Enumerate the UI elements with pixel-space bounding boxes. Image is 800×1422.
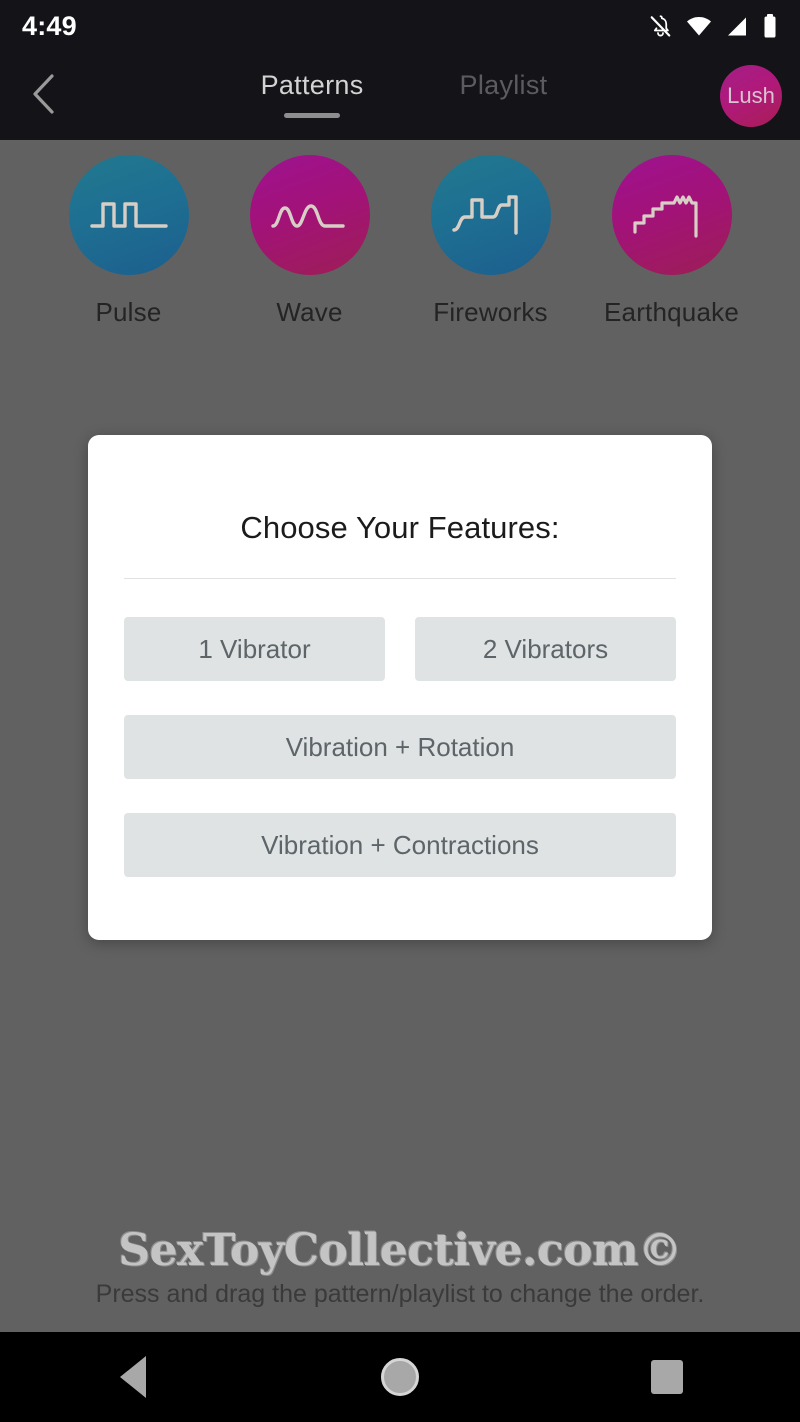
nav-recents-icon [650, 1360, 683, 1394]
dialog-divider [124, 578, 676, 579]
pattern-item-earthquake[interactable]: Earthquake [602, 155, 742, 328]
pattern-item-fireworks[interactable]: Fireworks [421, 155, 561, 328]
dialog-option-row: 1 Vibrator 2 Vibrators [124, 617, 676, 681]
chevron-left-icon [27, 71, 61, 122]
pattern-label: Earthquake [604, 297, 739, 327]
option-2-vibrators-button[interactable]: 2 Vibrators [415, 617, 676, 681]
pattern-icon-circle [249, 155, 370, 275]
dialog-title: Choose Your Features: [240, 510, 560, 545]
nav-recents-button[interactable] [607, 1332, 727, 1422]
bell-muted-icon [648, 14, 673, 39]
status-icon-group [648, 13, 778, 39]
pattern-item-pulse[interactable]: Pulse [59, 155, 199, 328]
phone-screen: 4:49 Patterns Playlist Lush Pulse Wave F… [0, 0, 800, 1422]
nav-back-button[interactable] [73, 1332, 193, 1422]
pattern-icon-circle [68, 155, 189, 275]
pattern-list: Pulse Wave Fireworks Earthquake [0, 155, 800, 328]
square-wave-icon [89, 193, 169, 237]
device-avatar-label: Lush [727, 83, 775, 108]
nav-back-icon [120, 1356, 147, 1398]
battery-icon [762, 13, 778, 39]
pattern-item-wave[interactable]: Wave [240, 155, 380, 328]
pattern-label: Fireworks [433, 297, 548, 327]
tab-bar: Patterns Playlist [88, 52, 720, 140]
tab-playlist-label: Playlist [459, 70, 548, 100]
pattern-label: Pulse [95, 297, 162, 327]
tab-active-indicator [284, 113, 341, 118]
wifi-icon [686, 14, 712, 39]
app-bar: Patterns Playlist Lush [0, 52, 800, 140]
nav-home-button[interactable] [340, 1332, 460, 1422]
step-wave-icon [451, 192, 531, 238]
tab-patterns-label: Patterns [260, 70, 364, 100]
cellular-signal-icon [725, 14, 749, 39]
reorder-hint-text: Press and drag the pattern/playlist to c… [95, 1280, 705, 1308]
option-vibration-contractions-button[interactable]: Vibration + Contractions [124, 813, 676, 877]
pattern-label: Wave [276, 297, 343, 327]
option-1-vibrator-button[interactable]: 1 Vibrator [124, 617, 385, 681]
staircase-wave-icon [632, 192, 712, 238]
pattern-icon-circle [430, 155, 551, 275]
choose-features-dialog: Choose Your Features: 1 Vibrator 2 Vibra… [88, 435, 712, 940]
site-watermark: SexToyCollective.com© [118, 1225, 682, 1276]
option-vibration-rotation-button[interactable]: Vibration + Rotation [124, 715, 676, 779]
device-avatar-lush[interactable]: Lush [720, 65, 782, 127]
pattern-icon-circle [611, 155, 732, 275]
status-time: 4:49 [22, 10, 77, 41]
tab-playlist[interactable]: Playlist [460, 70, 548, 107]
status-bar: 4:49 [0, 0, 800, 52]
back-button[interactable] [0, 52, 88, 140]
sine-wave-icon [270, 193, 350, 237]
nav-home-icon [380, 1358, 419, 1396]
tab-patterns[interactable]: Patterns [261, 70, 364, 124]
android-nav-bar [0, 1332, 800, 1422]
